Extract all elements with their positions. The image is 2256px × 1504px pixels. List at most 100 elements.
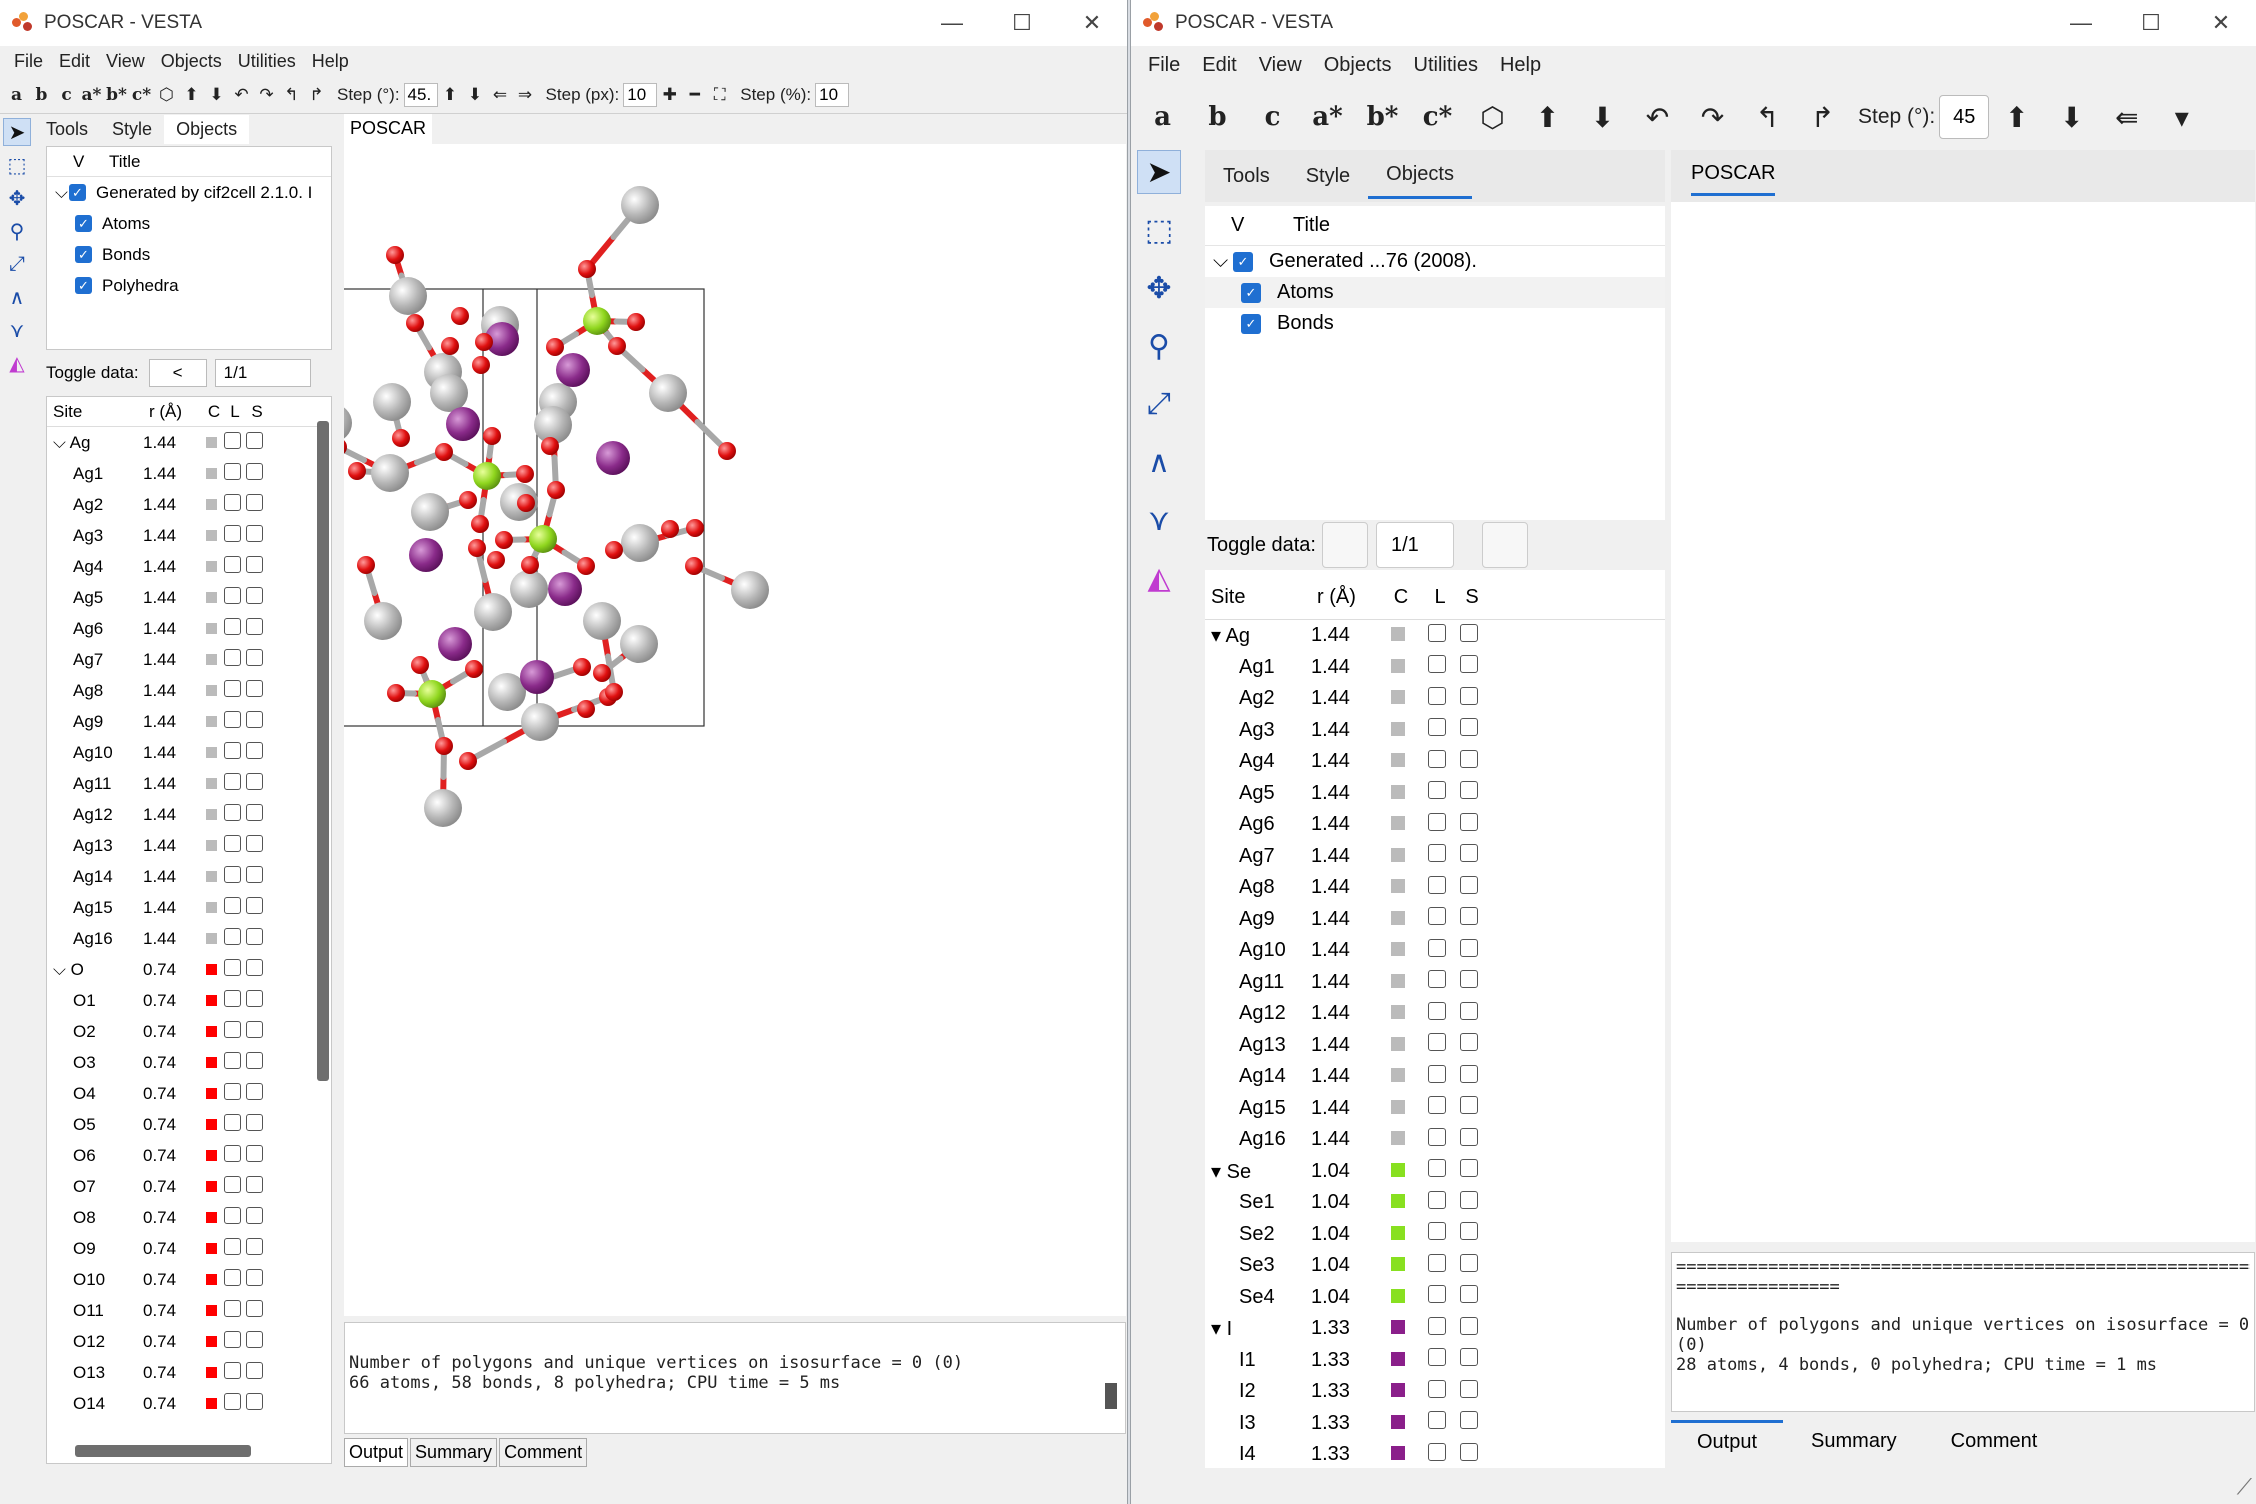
toggle-data-field[interactable]: 1/1: [214, 359, 311, 387]
label-checkbox[interactable]: [223, 679, 241, 697]
tab-poscar[interactable]: POSCAR: [1691, 162, 1776, 196]
site-table-vscrollbar[interactable]: [317, 421, 329, 1081]
table-row[interactable]: Ag4 1.44: [1205, 746, 1665, 778]
label-checkbox[interactable]: [1428, 623, 1446, 642]
rotate-down-icon[interactable]: ⬇: [1575, 101, 1630, 134]
view-b-star-button[interactable]: b*: [1355, 102, 1410, 132]
view-a-button[interactable]: a: [1135, 102, 1190, 132]
tab-summary[interactable]: Summary: [410, 1438, 498, 1467]
site-color-swatch[interactable]: [205, 653, 217, 665]
structure-viewport[interactable]: bac: [344, 144, 1126, 1316]
table-row[interactable]: Ag5 1.44: [47, 582, 317, 613]
tab-style[interactable]: Style: [1288, 155, 1368, 198]
site-color-swatch[interactable]: [205, 684, 217, 696]
view-b-button[interactable]: b: [1190, 102, 1245, 132]
show-checkbox[interactable]: [245, 1206, 263, 1224]
site-color-swatch[interactable]: [1391, 1320, 1405, 1335]
view-a-star-button[interactable]: a*: [79, 85, 104, 105]
structure-viewport[interactable]: bac: [1671, 202, 2255, 1242]
label-checkbox[interactable]: [223, 648, 241, 666]
output-scrollbar[interactable]: [1105, 1383, 1117, 1409]
show-checkbox[interactable]: [1460, 875, 1478, 894]
site-color-swatch[interactable]: [1391, 816, 1405, 831]
chevron-down-icon[interactable]: ▾: [1211, 1318, 1227, 1340]
label-checkbox[interactable]: [223, 462, 241, 480]
label-checkbox[interactable]: [1428, 875, 1446, 894]
rotate-ccw-icon[interactable]: ↰: [1740, 101, 1795, 134]
projection-icon[interactable]: ⬡: [1465, 101, 1520, 134]
site-color-swatch[interactable]: [1391, 1288, 1405, 1303]
visibility-checkbox[interactable]: ✓: [75, 215, 92, 232]
table-row[interactable]: O6 0.74: [47, 1140, 317, 1171]
show-checkbox[interactable]: [245, 462, 263, 480]
rotate-up-icon[interactable]: ⬆: [1520, 101, 1575, 134]
rotate-right-icon[interactable]: ↷: [1685, 101, 1740, 134]
menu-edit[interactable]: Edit: [59, 51, 90, 72]
table-row[interactable]: O12 0.74: [47, 1326, 317, 1357]
view-b-star-button[interactable]: b*: [104, 85, 129, 105]
tab-tools[interactable]: Tools: [1205, 155, 1288, 198]
label-checkbox[interactable]: [223, 431, 241, 449]
object-tree-item[interactable]: ✓ Atoms: [1205, 277, 1665, 308]
label-checkbox[interactable]: [223, 1299, 241, 1317]
label-checkbox[interactable]: [223, 1175, 241, 1193]
rotate-up-icon[interactable]: ⬆: [179, 85, 204, 105]
menu-view[interactable]: View: [1259, 54, 1302, 77]
title-bar[interactable]: POSCAR - VESTA — ☐ ✕: [0, 0, 1127, 46]
show-checkbox[interactable]: [245, 648, 263, 666]
show-checkbox[interactable]: [1460, 844, 1478, 863]
label-checkbox[interactable]: [1428, 1001, 1446, 1020]
table-row[interactable]: Ag6 1.44: [1205, 809, 1665, 841]
show-checkbox[interactable]: [245, 1330, 263, 1348]
view-a-star-button[interactable]: a*: [1300, 102, 1355, 132]
table-row[interactable]: Ag3 1.44: [47, 520, 317, 551]
site-color-swatch[interactable]: [1391, 1414, 1405, 1429]
maximize-button[interactable]: ☐: [2116, 0, 2186, 46]
label-checkbox[interactable]: [223, 1237, 241, 1255]
show-checkbox[interactable]: [1460, 1001, 1478, 1020]
fit-view-icon[interactable]: ⛶: [707, 85, 732, 105]
step-deg-input[interactable]: 45.: [403, 82, 438, 107]
show-checkbox[interactable]: [1460, 623, 1478, 642]
site-color-swatch[interactable]: [1391, 784, 1405, 799]
label-checkbox[interactable]: [223, 1330, 241, 1348]
table-row[interactable]: Ag16 1.44: [1205, 1124, 1665, 1156]
show-checkbox[interactable]: [245, 896, 263, 914]
label-checkbox[interactable]: [223, 1144, 241, 1162]
show-checkbox[interactable]: [245, 586, 263, 604]
plane-tool-icon[interactable]: ◭: [1137, 556, 1181, 600]
label-checkbox[interactable]: [1428, 686, 1446, 705]
site-color-swatch[interactable]: [1391, 973, 1405, 988]
table-row[interactable]: I2 1.33: [1205, 1376, 1665, 1408]
tab-comment[interactable]: Comment: [499, 1438, 588, 1467]
site-color-swatch[interactable]: [1391, 658, 1405, 673]
table-row[interactable]: Ag12 1.44: [1205, 998, 1665, 1030]
label-checkbox[interactable]: [223, 741, 241, 759]
visibility-checkbox[interactable]: ✓: [69, 184, 86, 201]
view-c-button[interactable]: c: [1245, 102, 1300, 132]
site-group-row[interactable]: ▾ Ag 1.44: [1205, 620, 1665, 652]
show-checkbox[interactable]: [245, 493, 263, 511]
label-checkbox[interactable]: [223, 803, 241, 821]
site-color-swatch[interactable]: [1391, 753, 1405, 768]
table-row[interactable]: Ag14 1.44: [1205, 1061, 1665, 1093]
show-checkbox[interactable]: [245, 865, 263, 883]
tab-output[interactable]: Output: [344, 1438, 409, 1467]
label-checkbox[interactable]: [223, 586, 241, 604]
step-px-input[interactable]: 10: [623, 82, 658, 107]
site-color-swatch[interactable]: [1391, 847, 1405, 862]
select-box-icon[interactable]: ⬚: [1137, 208, 1181, 252]
site-color-swatch[interactable]: [205, 1397, 217, 1409]
distance-tool-icon[interactable]: ⤢: [1137, 382, 1181, 426]
visibility-checkbox[interactable]: ✓: [75, 277, 92, 294]
label-checkbox[interactable]: [1428, 844, 1446, 863]
table-row[interactable]: Ag10 1.44: [1205, 935, 1665, 967]
show-checkbox[interactable]: [245, 958, 263, 976]
site-color-swatch[interactable]: [1391, 1099, 1405, 1114]
tab-poscar[interactable]: POSCAR: [344, 114, 433, 144]
show-checkbox[interactable]: [1460, 1190, 1478, 1209]
show-checkbox[interactable]: [245, 1082, 263, 1100]
table-row[interactable]: Ag15 1.44: [1205, 1093, 1665, 1125]
show-checkbox[interactable]: [1460, 1033, 1478, 1052]
show-checkbox[interactable]: [1460, 1442, 1478, 1461]
